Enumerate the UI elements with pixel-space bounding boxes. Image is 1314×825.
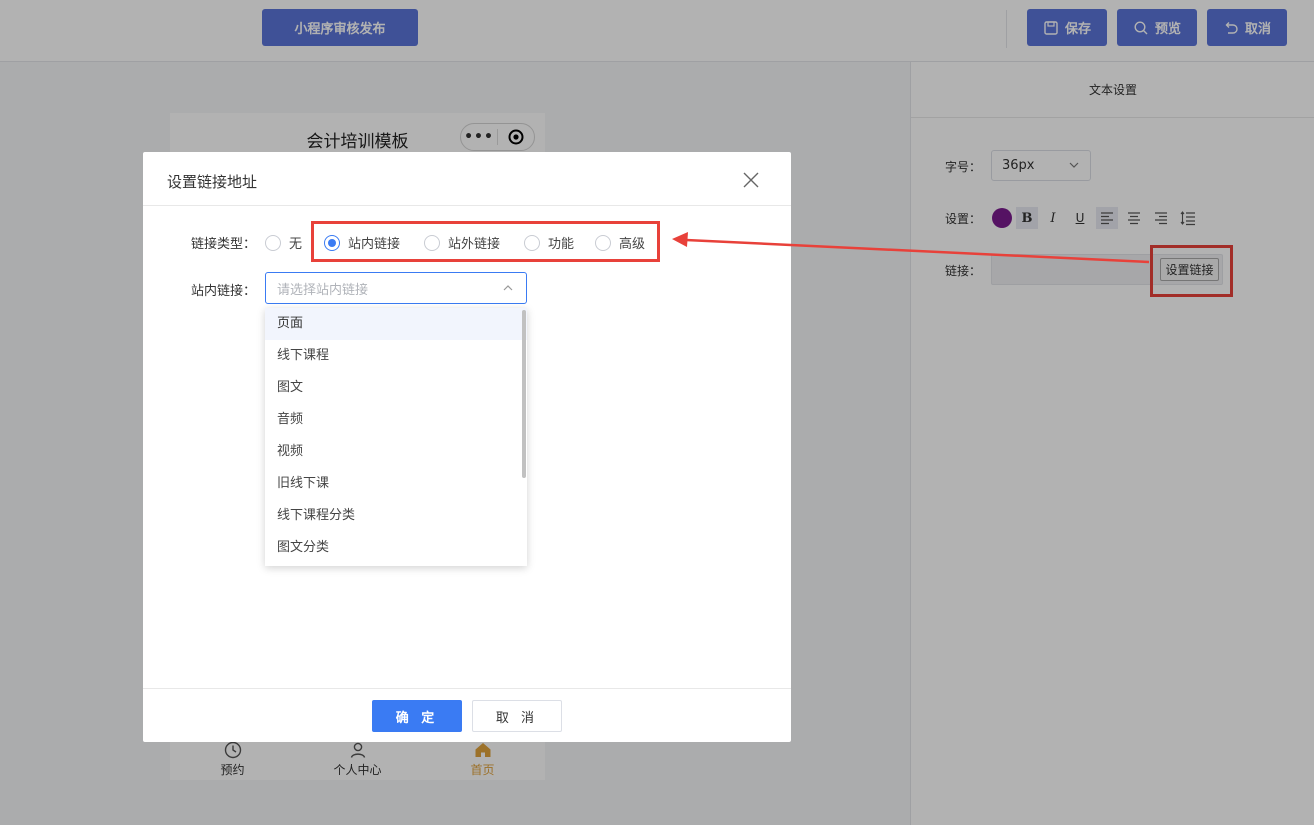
internal-link-label: 站内链接：	[191, 284, 257, 299]
internal-link-select[interactable]: 请选择站内链接	[265, 272, 527, 304]
dropdown-option-article[interactable]: 图文	[265, 372, 527, 404]
dropdown-scrollbar[interactable]	[522, 310, 526, 478]
dialog-header: 设置链接地址	[143, 152, 791, 206]
chevron-up-icon	[503, 285, 513, 291]
dropdown-option-offline-course-category[interactable]: 线下课程分类	[265, 500, 527, 532]
dropdown-option-audio[interactable]: 音频	[265, 404, 527, 436]
internal-link-placeholder: 请选择站内链接	[277, 282, 369, 298]
dialog-footer	[143, 688, 791, 742]
radio-none[interactable]: 无	[265, 233, 302, 252]
set-link-dialog: 设置链接地址 链接类型： 无 站内链接 站外链接 功能 高级 站内链接： 请选择…	[143, 152, 791, 742]
link-type-label: 链接类型：	[191, 237, 257, 252]
dropdown-option-article-category[interactable]: 图文分类	[265, 532, 527, 564]
radio-none-label: 无	[289, 237, 303, 252]
dropdown-option-offline-course[interactable]: 线下课程	[265, 340, 527, 372]
dropdown-option-old-offline-course[interactable]: 旧线下课	[265, 468, 527, 500]
dropdown-option-page[interactable]: 页面	[265, 308, 527, 340]
close-icon[interactable]	[741, 170, 761, 190]
dropdown-option-video[interactable]: 视频	[265, 436, 527, 468]
cancel-button[interactable]: 取 消	[472, 700, 562, 732]
radio-circle	[265, 234, 281, 251]
internal-link-dropdown: 页面 线下课程 图文 音频 视频 旧线下课 线下课程分类 图文分类	[265, 308, 527, 566]
highlight-box-link-types	[311, 221, 660, 262]
confirm-button[interactable]: 确 定	[372, 700, 462, 732]
dialog-title: 设置链接地址	[167, 173, 258, 191]
